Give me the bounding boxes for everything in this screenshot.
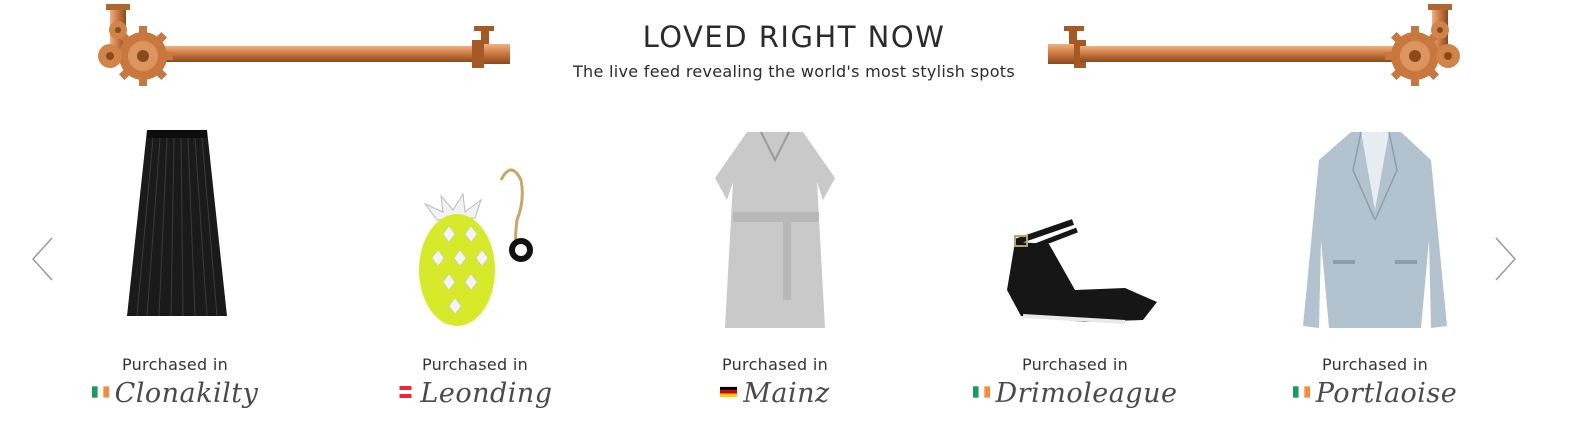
section-header: LOVED RIGHT NOW The live feed revealing … (0, 18, 1588, 81)
city-name[interactable]: Portlaoise (1316, 378, 1458, 409)
purchased-label: Purchased in (1021, 355, 1129, 374)
purchased-label: Purchased in (721, 355, 829, 374)
germany-flag-icon (720, 386, 738, 397)
city-name[interactable]: Mainz (743, 378, 830, 409)
section-subtitle: The live feed revealing the world's most… (572, 62, 1016, 81)
purchased-label: Purchased in (121, 355, 229, 374)
purchased-label: Purchased in (1321, 355, 1429, 374)
ireland-flag-icon (91, 385, 109, 398)
location: Mainz (625, 378, 925, 409)
product-card[interactable]: Purchased in Drimoleague (925, 120, 1225, 420)
product-card[interactable]: Purchased in Clonakilty (25, 120, 325, 420)
ireland-flag-icon (1292, 385, 1310, 398)
location: Clonakilty (25, 378, 325, 409)
section-title: LOVED RIGHT NOW (642, 20, 946, 54)
product-image-pineapple-purse[interactable] (325, 120, 625, 335)
product-image-wrap-dress[interactable] (625, 120, 925, 335)
location: Leonding (325, 378, 625, 409)
product-image-flats[interactable] (925, 120, 1225, 335)
city-name[interactable]: Drimoleague (996, 378, 1178, 409)
city-name[interactable]: Leonding (420, 378, 552, 409)
product-image-blazer[interactable] (1225, 120, 1525, 335)
ireland-flag-icon (972, 385, 990, 398)
product-card[interactable]: Purchased in Leonding (325, 120, 625, 420)
location: Portlaoise (1225, 378, 1525, 409)
city-name[interactable]: Clonakilty (115, 378, 259, 409)
product-image-skirt[interactable] (25, 120, 325, 335)
austria-flag-icon (399, 385, 412, 398)
location: Drimoleague (925, 378, 1225, 409)
product-card[interactable]: Purchased in Portlaoise (1225, 120, 1525, 420)
product-card[interactable]: Purchased in Mainz (625, 120, 925, 420)
purchased-label: Purchased in (421, 355, 529, 374)
